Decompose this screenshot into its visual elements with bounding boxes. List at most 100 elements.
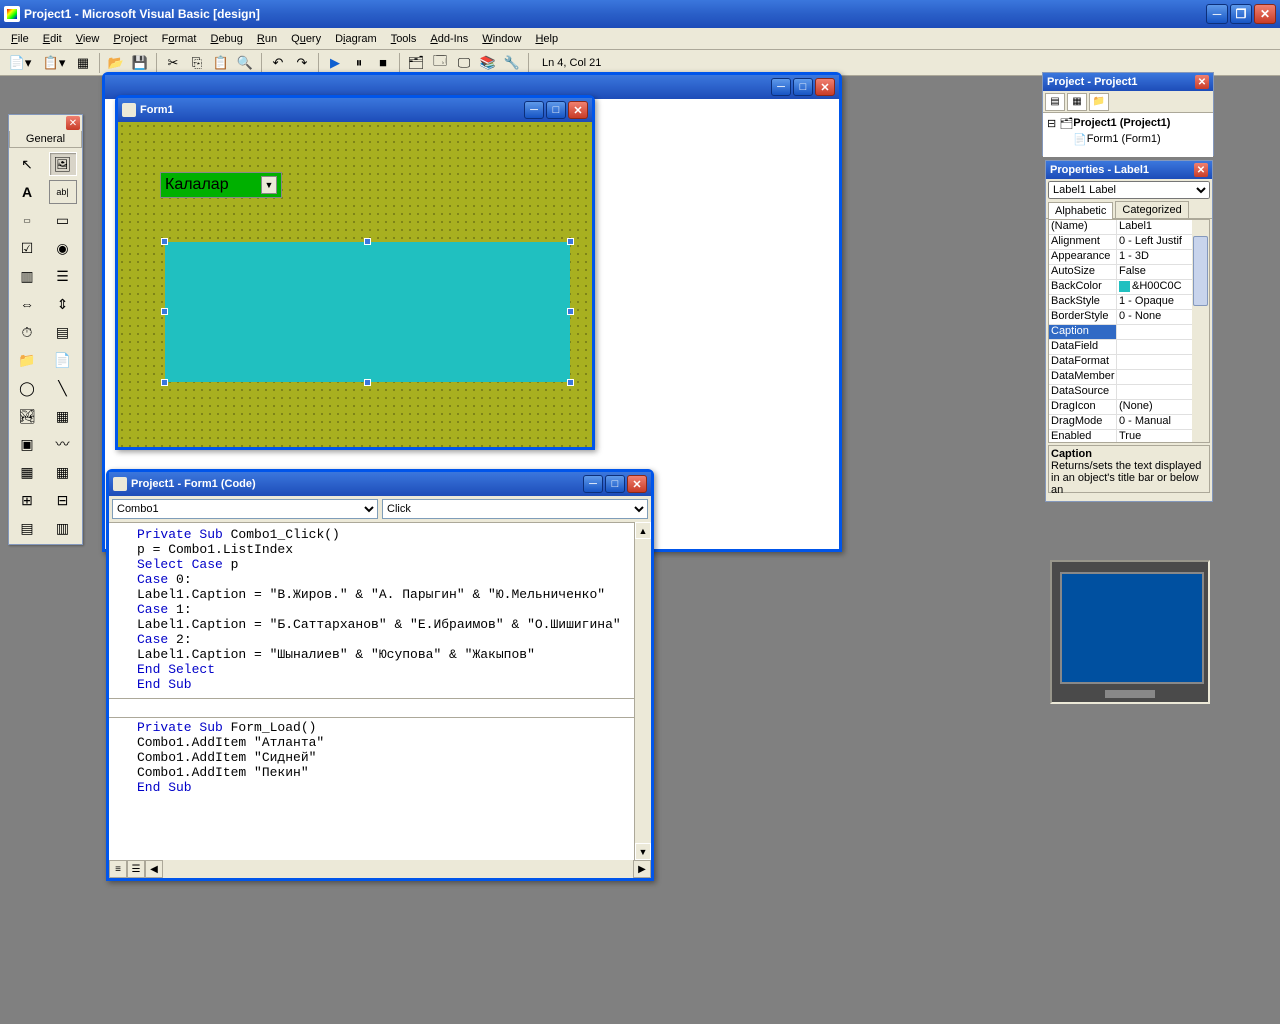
menu-tools[interactable]: Tools: [384, 31, 424, 47]
hscrollbar-tool[interactable]: ⇔: [13, 292, 41, 316]
project-explorer-button[interactable]: 🗂: [405, 52, 427, 74]
project-form-node[interactable]: Form1 (Form1): [1087, 133, 1161, 145]
end-button[interactable]: ■: [372, 52, 394, 74]
ole-tool[interactable]: ▣: [13, 432, 41, 456]
selection-handle[interactable]: [364, 238, 371, 245]
property-row[interactable]: DataField: [1049, 340, 1209, 355]
property-row[interactable]: BackColor&H00C0C: [1049, 280, 1209, 295]
combo1-dropdown-icon[interactable]: ▼: [261, 176, 277, 194]
object-selector[interactable]: Combo1: [112, 499, 378, 519]
add-project-button[interactable]: 📄▾: [4, 52, 36, 74]
props-close-button[interactable]: ✕: [1194, 163, 1208, 177]
menu-help[interactable]: Help: [528, 31, 565, 47]
combobox-tool[interactable]: ▥: [13, 264, 41, 288]
minimize-button[interactable]: ─: [1206, 4, 1228, 24]
data-tool[interactable]: ▦: [49, 404, 77, 428]
tool-extra2[interactable]: ▦: [13, 460, 41, 484]
selection-handle[interactable]: [567, 379, 574, 386]
menu-editor-button[interactable]: ▦: [72, 52, 94, 74]
code-max-button[interactable]: □: [605, 475, 625, 493]
menu-run[interactable]: Run: [250, 31, 284, 47]
add-form-button[interactable]: 📋▾: [38, 52, 70, 74]
property-row[interactable]: BorderStyle0 - None: [1049, 310, 1209, 325]
property-row[interactable]: AutoSizeFalse: [1049, 265, 1209, 280]
maximize-button[interactable]: ❐: [1230, 4, 1252, 24]
procedure-view-button[interactable]: ≡: [109, 860, 127, 878]
form-layout-button[interactable]: 🖵: [453, 52, 475, 74]
listbox-tool[interactable]: ☰: [49, 264, 77, 288]
toggle-folders-button[interactable]: 📁: [1089, 93, 1109, 111]
tool-extra6[interactable]: ▤: [13, 516, 41, 540]
toolbox-button[interactable]: 🔧: [501, 52, 523, 74]
props-object-selector[interactable]: Label1 Label: [1048, 181, 1210, 199]
form-close-button[interactable]: ✕: [568, 101, 588, 119]
form-design-surface[interactable]: Калалар ▼: [118, 122, 592, 447]
property-row[interactable]: DragIcon(None): [1049, 400, 1209, 415]
image-tool[interactable]: 🏞: [13, 404, 41, 428]
break-button[interactable]: ⏸: [348, 52, 370, 74]
menu-debug[interactable]: Debug: [203, 31, 249, 47]
shape-tool[interactable]: ◯: [13, 376, 41, 400]
redo-button[interactable]: ↷: [291, 52, 313, 74]
code-close-button[interactable]: ✕: [627, 475, 647, 493]
selection-handle[interactable]: [161, 379, 168, 386]
form-min-button[interactable]: ─: [524, 101, 544, 119]
dirlistbox-tool[interactable]: 📁: [13, 348, 41, 372]
property-row[interactable]: (Name)Label1: [1049, 220, 1209, 235]
procedure-selector[interactable]: Click: [382, 499, 648, 519]
menu-addins[interactable]: Add-Ins: [423, 31, 475, 47]
cut-button[interactable]: ✂: [162, 52, 184, 74]
filelistbox-tool[interactable]: 📄: [49, 348, 77, 372]
hscroll-right[interactable]: ▶: [633, 860, 651, 878]
props-scrollbar[interactable]: [1192, 220, 1209, 442]
view-code-button[interactable]: ▤: [1045, 93, 1065, 111]
combo1-control[interactable]: Калалар ▼: [160, 172, 282, 198]
object-browser-button[interactable]: 📚: [477, 52, 499, 74]
undo-button[interactable]: ↶: [267, 52, 289, 74]
close-button[interactable]: ✕: [1254, 4, 1276, 24]
open-button[interactable]: 📂: [105, 52, 127, 74]
props-tab-alphabetic[interactable]: Alphabetic: [1048, 202, 1113, 219]
tool-extra7[interactable]: ▥: [49, 516, 77, 540]
picturebox-tool[interactable]: 🖼: [49, 152, 77, 176]
full-module-view-button[interactable]: ☰: [127, 860, 145, 878]
timer-tool[interactable]: ⏱: [13, 320, 41, 344]
code-min-button[interactable]: ─: [583, 475, 603, 493]
mdi-min-button[interactable]: ─: [771, 78, 791, 96]
optionbutton-tool[interactable]: ◉: [49, 236, 77, 260]
property-row[interactable]: DragMode0 - Manual: [1049, 415, 1209, 430]
tool-extra1[interactable]: 〰: [49, 432, 77, 456]
selection-handle[interactable]: [161, 238, 168, 245]
tool-extra5[interactable]: ⊟: [49, 488, 77, 512]
selection-handle[interactable]: [161, 308, 168, 315]
property-row[interactable]: DataMember: [1049, 370, 1209, 385]
selection-handle[interactable]: [364, 379, 371, 386]
hscroll-left[interactable]: ◀: [145, 860, 163, 878]
form-max-button[interactable]: □: [546, 101, 566, 119]
property-row[interactable]: DataSource: [1049, 385, 1209, 400]
commandbutton-tool[interactable]: ▭: [49, 208, 77, 232]
project-tree[interactable]: ⊟ 🗂 Project1 (Project1) 📄 Form1 (Form1): [1043, 113, 1213, 157]
drivelistbox-tool[interactable]: ▤: [49, 320, 77, 344]
property-row[interactable]: EnabledTrue: [1049, 430, 1209, 443]
property-row[interactable]: Appearance1 - 3D: [1049, 250, 1209, 265]
pointer-tool[interactable]: ↖: [13, 152, 41, 176]
label-tool[interactable]: A: [13, 180, 41, 204]
frame-tool[interactable]: ▭: [13, 208, 41, 232]
project-panel-close[interactable]: ✕: [1195, 75, 1209, 89]
tool-extra4[interactable]: ⊞: [13, 488, 41, 512]
textbox-tool[interactable]: ab|: [49, 180, 77, 204]
mdi-close-button[interactable]: ✕: [815, 78, 835, 96]
props-tab-categorized[interactable]: Categorized: [1115, 201, 1188, 218]
copy-button[interactable]: ⎘: [186, 52, 208, 74]
view-object-button[interactable]: ▦: [1067, 93, 1087, 111]
properties-window-button[interactable]: 🗔: [429, 52, 451, 74]
find-button[interactable]: 🔍: [234, 52, 256, 74]
save-button[interactable]: 💾: [129, 52, 151, 74]
menu-window[interactable]: Window: [475, 31, 528, 47]
form-layout-screen[interactable]: [1060, 572, 1204, 684]
menu-diagram[interactable]: Diagram: [328, 31, 384, 47]
menu-project[interactable]: Project: [106, 31, 154, 47]
code-vscrollbar[interactable]: ▲▼: [634, 522, 651, 860]
line-tool[interactable]: ╲: [49, 376, 77, 400]
